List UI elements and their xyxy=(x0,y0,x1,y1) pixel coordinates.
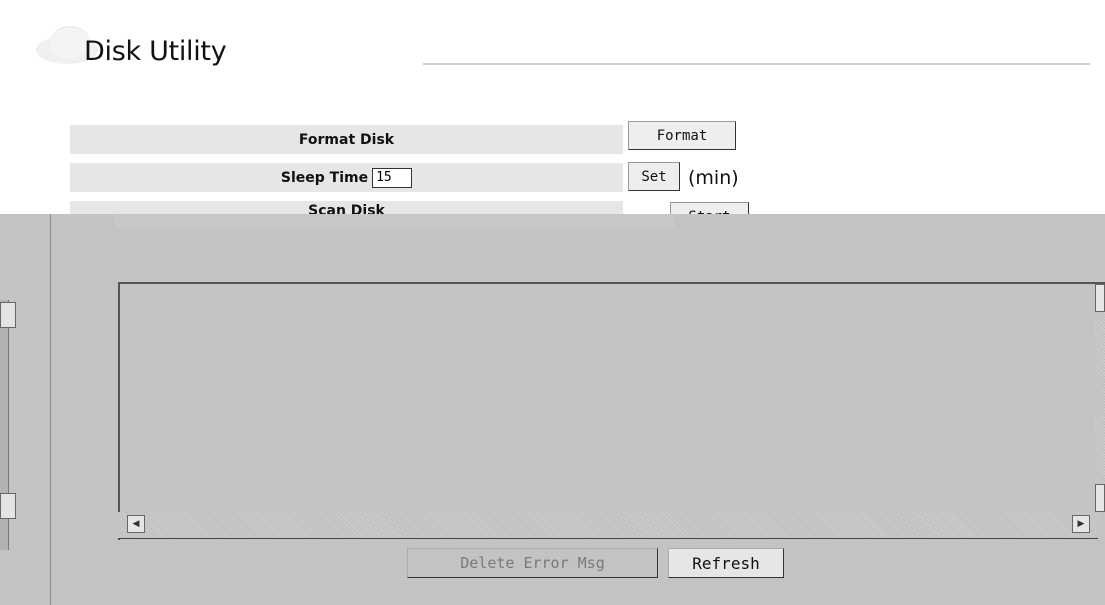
title-divider xyxy=(423,63,1090,65)
overlay-band xyxy=(115,214,675,228)
error-log-textarea[interactable] xyxy=(118,282,1105,540)
format-disk-text: Format Disk xyxy=(298,131,395,148)
horizontal-scrollbar[interactable] xyxy=(118,512,1098,539)
vertical-divider xyxy=(50,214,51,605)
vertical-scrollbar[interactable] xyxy=(1095,284,1105,512)
left-scroll-up-button[interactable] xyxy=(0,302,16,328)
sleep-time-unit: (min) xyxy=(688,167,739,189)
scroll-up-button[interactable] xyxy=(1095,284,1105,312)
delete-error-msg-button[interactable]: Delete Error Msg xyxy=(407,548,658,578)
arrow-right-icon[interactable]: ▶ xyxy=(1072,515,1090,533)
sleep-time-input[interactable] xyxy=(372,167,413,188)
sleep-time-text: Sleep Time xyxy=(280,169,369,186)
set-button[interactable]: Set xyxy=(628,162,680,191)
left-scroll-down-button[interactable] xyxy=(0,493,16,519)
refresh-button[interactable]: Refresh xyxy=(668,548,784,578)
sleep-time-label: Sleep Time xyxy=(70,163,623,192)
format-disk-label: Format Disk xyxy=(70,125,623,154)
page-title: Disk Utility xyxy=(84,36,227,67)
format-button[interactable]: Format xyxy=(628,121,736,150)
arrow-left-icon[interactable]: ◀ xyxy=(127,515,145,533)
scroll-down-button[interactable] xyxy=(1095,484,1105,512)
